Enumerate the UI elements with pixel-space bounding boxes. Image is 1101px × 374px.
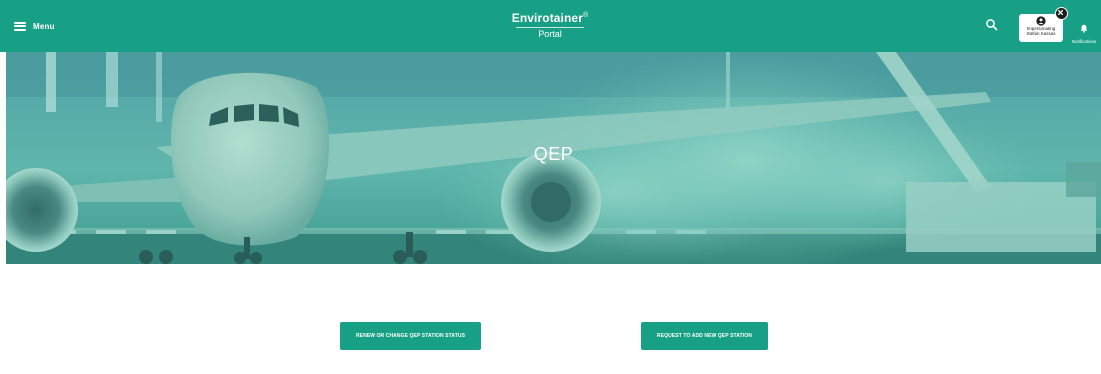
impersonated-user-name: Stefan Kassas [1026,31,1056,36]
top-navigation-bar: Menu Envirotainer® Portal Impersonating … [0,0,1101,52]
hamburger-icon [14,21,26,31]
user-circle-icon [1036,16,1046,26]
page-title: QEP [533,144,574,164]
renew-qep-station-status-button[interactable]: RENEW OR CHANGE QEP STATION STATUS [340,322,481,350]
search-icon [986,19,998,31]
notifications-button[interactable]: Notifications [1069,20,1099,44]
menu-label: Menu [33,21,55,31]
brand-subtitle: Portal [538,29,562,39]
brand-name: Envirotainer® [500,12,600,24]
request-new-qep-station-button[interactable]: REQUEST TO ADD NEW QEP STATION [641,322,768,350]
registered-mark: ® [582,12,589,19]
envirotainer-portal-logo[interactable]: Envirotainer® Portal [500,12,600,39]
close-icon [1057,9,1064,16]
notifications-label: Notifications [1071,39,1097,44]
brand-divider [516,27,584,28]
hero-banner: QEP [6,52,1101,264]
bell-icon [1080,24,1088,33]
search-button[interactable] [984,17,1000,33]
menu-button[interactable]: Menu [14,18,55,34]
brand-name-text: Envirotainer [511,11,583,25]
stop-impersonating-button[interactable] [1055,7,1068,20]
